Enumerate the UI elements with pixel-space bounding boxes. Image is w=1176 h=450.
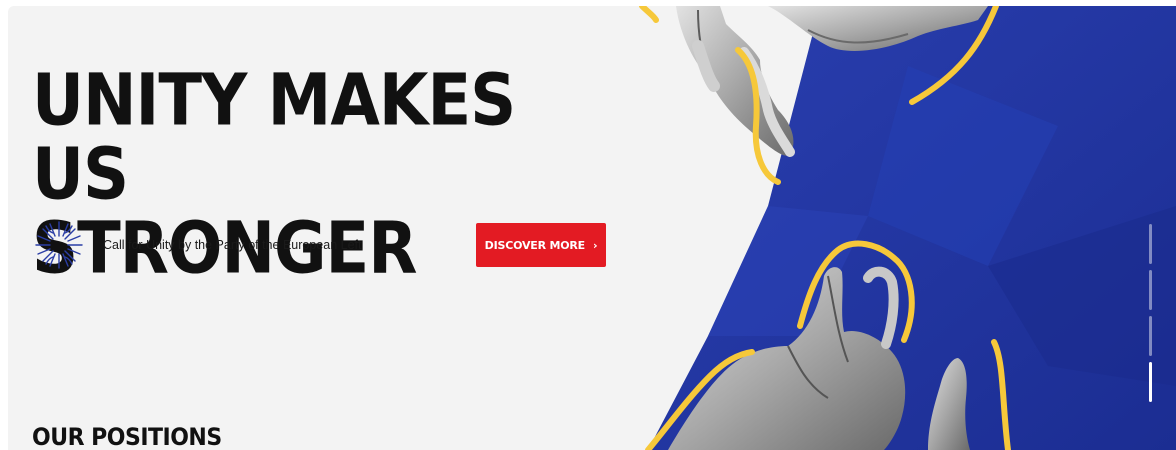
party-logo-row: Call for Unity by the Party of the Europ… (32, 218, 383, 272)
party-sunburst-logo (35, 221, 83, 269)
hero-banner: UNITY MAKES US STRONGER Call for Unity b… (8, 6, 1176, 450)
slide-indicator-1[interactable] (1149, 224, 1152, 264)
logo-caption: Call for Unity by the Party of the Europ… (103, 237, 362, 252)
slide-indicator-3[interactable] (1149, 316, 1152, 356)
slide-indicator-4[interactable] (1149, 362, 1152, 402)
section-title-our-positions: OUR POSITIONS (32, 424, 222, 450)
headline-line-1: UNITY MAKES US (32, 59, 516, 217)
page: UNITY MAKES US STRONGER Call for Unity b… (0, 0, 1176, 450)
slide-indicator-2[interactable] (1149, 270, 1152, 310)
discover-more-label: DISCOVER MORE (484, 238, 585, 252)
chevron-right-icon: › (592, 238, 598, 252)
discover-more-button[interactable]: DISCOVER MORE › (476, 223, 606, 267)
slider-indicators (1149, 224, 1155, 408)
